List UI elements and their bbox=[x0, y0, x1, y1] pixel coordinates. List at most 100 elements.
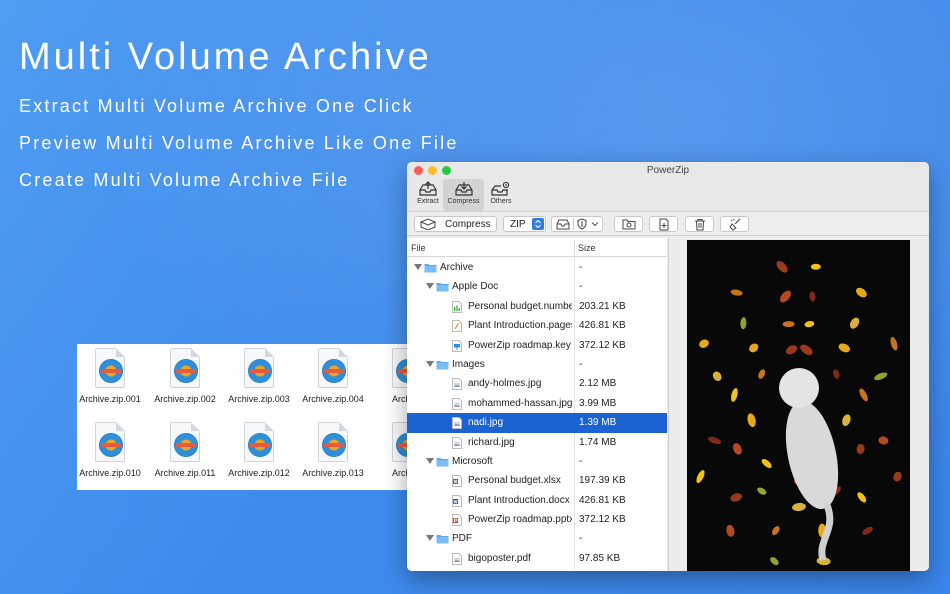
archive-file-icon bbox=[244, 348, 274, 388]
file-row[interactable]: PowerZip roadmap.key 372.12 KB bbox=[407, 336, 667, 355]
compress-tool-button[interactable]: Compress bbox=[443, 179, 484, 211]
archive-file-name: Archive.zip.003 bbox=[228, 394, 290, 404]
cat-with-leaves-photo bbox=[696, 260, 902, 566]
item-name: Plant Introduction.pages bbox=[468, 320, 572, 332]
item-name: nadi.jpg bbox=[468, 417, 504, 429]
archive-file-name: Archive.zip.002 bbox=[154, 394, 216, 404]
archive-files-panel: Archive.zip.001 Archive.zip.002 Archive.… bbox=[77, 344, 417, 490]
delete-button[interactable] bbox=[685, 216, 714, 232]
folder-icon bbox=[424, 263, 437, 276]
item-size: - bbox=[579, 281, 583, 293]
extract-tool-button[interactable]: Extract bbox=[409, 179, 447, 211]
image-file-icon bbox=[452, 378, 462, 393]
file-row[interactable]: andy-holmes.jpg 2.12 MB bbox=[407, 374, 667, 393]
archive-file-icon bbox=[318, 348, 348, 388]
column-header-file[interactable]: File bbox=[411, 243, 426, 253]
mode-toolbar: Extract Compress Others bbox=[407, 178, 929, 212]
image-file-icon bbox=[452, 397, 462, 413]
archive-file[interactable]: Archive.zip.011 bbox=[148, 422, 222, 478]
folder-icon bbox=[436, 457, 449, 470]
item-name: Apple Doc bbox=[452, 281, 499, 293]
title-bar: PowerZip bbox=[407, 162, 929, 178]
archive-file-icon bbox=[244, 422, 274, 462]
archive-file[interactable]: Archive.zip.004 bbox=[296, 348, 370, 404]
item-name: bigoposter.pdf bbox=[468, 552, 531, 564]
disclosure-triangle-icon[interactable] bbox=[414, 264, 422, 270]
file-row[interactable]: PowerZip roadmap.pptx 372.12 KB bbox=[407, 510, 667, 529]
window-title: PowerZip bbox=[646, 165, 690, 176]
item-name: Plant Introduction.docx bbox=[468, 494, 570, 506]
disclosure-triangle-icon[interactable] bbox=[426, 283, 434, 290]
folder-row[interactable]: Archive - bbox=[407, 258, 667, 277]
folder-row[interactable]: Microsoft - bbox=[407, 452, 667, 471]
folder-row[interactable]: Apple Doc - bbox=[407, 277, 667, 296]
file-row[interactable]: nadi.jpg 1.39 MB bbox=[407, 413, 667, 433]
disclosure-triangle-icon[interactable] bbox=[426, 360, 434, 367]
item-size: 1.74 MB bbox=[579, 436, 617, 448]
archive-file-icon bbox=[95, 422, 125, 462]
archive-file-name: Archive.zip.010 bbox=[79, 468, 141, 478]
keynote-file-icon bbox=[452, 339, 462, 355]
item-name: Microsoft bbox=[452, 455, 493, 467]
archive-file[interactable]: Archive.zip.001 bbox=[77, 348, 147, 404]
pages-file-icon bbox=[452, 320, 462, 335]
item-size: 372.12 KB bbox=[579, 339, 626, 351]
compress-tool-label: Compress bbox=[447, 198, 480, 205]
pdf-file-icon bbox=[452, 552, 462, 568]
new-folder-button[interactable] bbox=[614, 216, 643, 232]
archive-file-icon bbox=[95, 348, 125, 388]
tray-icon bbox=[556, 219, 570, 230]
clean-button[interactable] bbox=[720, 216, 749, 232]
archive-file-name: Archive.zip.013 bbox=[302, 468, 364, 478]
broom-icon bbox=[728, 218, 740, 231]
archive-file[interactable]: Archive.zip.012 bbox=[222, 422, 296, 478]
item-name: PDF bbox=[452, 533, 472, 545]
others-tool-button[interactable]: Others bbox=[482, 179, 520, 211]
archive-file[interactable]: Archive.zip.010 bbox=[77, 422, 147, 478]
archive-file-icon bbox=[170, 422, 200, 462]
item-size: 3.99 MB bbox=[579, 397, 617, 409]
trash-icon bbox=[694, 218, 705, 230]
file-row[interactable]: Plant Introduction.pages 426.81 KB bbox=[407, 316, 667, 335]
file-row[interactable]: mohammed-hassan.jpg 3.99 MB bbox=[407, 394, 667, 413]
item-name: mohammed-hassan.jpg bbox=[468, 397, 572, 409]
compress-button-label: Compress bbox=[445, 218, 491, 230]
format-select[interactable]: ZIP bbox=[503, 216, 546, 232]
archive-file-name: Archive.zip.004 bbox=[302, 394, 364, 404]
archive-file[interactable]: Archive.zip.002 bbox=[148, 348, 222, 404]
others-tool-label: Others bbox=[490, 198, 512, 205]
numbers-file-icon bbox=[452, 300, 462, 316]
file-row[interactable]: Plant Introduction.docx 426.81 KB bbox=[407, 491, 667, 510]
disclosure-triangle-icon[interactable] bbox=[426, 535, 434, 542]
file-row[interactable]: Personal budget.numbers 203.21 KB bbox=[407, 297, 667, 316]
item-size: 97.85 KB bbox=[579, 552, 621, 564]
compress-button[interactable]: Compress bbox=[414, 216, 497, 232]
promo-line-preview: Preview Multi Volume Archive Like One Fi… bbox=[19, 133, 459, 153]
archive-file-icon bbox=[170, 348, 200, 388]
file-row[interactable]: Personal budget.xlsx 197.39 KB bbox=[407, 471, 667, 490]
preview-pane bbox=[668, 238, 929, 571]
chevron-down-icon bbox=[591, 222, 599, 227]
folder-row[interactable]: Images - bbox=[407, 355, 667, 374]
options-dropdown[interactable] bbox=[551, 216, 603, 232]
image-file-icon bbox=[452, 417, 462, 432]
column-header-size[interactable]: Size bbox=[578, 243, 596, 253]
file-row[interactable]: richard.jpg 1.74 MB bbox=[407, 433, 667, 452]
add-file-button[interactable] bbox=[649, 216, 678, 232]
item-name: Personal budget.numbers bbox=[468, 300, 572, 312]
archive-file[interactable]: Archive.zip.013 bbox=[296, 422, 370, 478]
archive-file[interactable]: Archive.zip.003 bbox=[222, 348, 296, 404]
disclosure-triangle-icon[interactable] bbox=[426, 457, 434, 464]
folder-row[interactable]: PDF - bbox=[407, 529, 667, 548]
word-file-icon bbox=[452, 494, 462, 510]
powerpoint-file-icon bbox=[452, 514, 462, 529]
shield-icon bbox=[577, 218, 587, 230]
archive-file-icon bbox=[318, 422, 348, 462]
item-name: PowerZip roadmap.key bbox=[468, 339, 571, 351]
select-stepper-icon bbox=[532, 218, 544, 230]
file-row[interactable]: bigoposter.pdf 97.85 KB bbox=[407, 549, 667, 568]
folder-icon bbox=[436, 282, 449, 295]
folder-add-icon bbox=[622, 219, 635, 230]
action-toolbar: Compress ZIP bbox=[407, 212, 929, 236]
folder-icon bbox=[436, 534, 449, 547]
